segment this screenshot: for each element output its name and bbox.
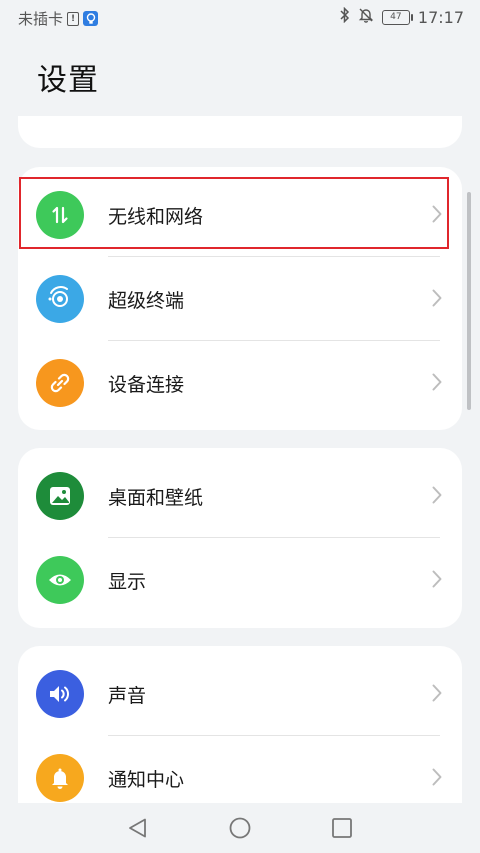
- speaker-icon: [36, 670, 84, 718]
- settings-item-label: 声音: [108, 684, 147, 707]
- settings-item-label: 设备连接: [108, 373, 185, 396]
- status-right: 47 17:17: [340, 6, 464, 27]
- chevron-right-icon: [432, 768, 442, 790]
- settings-item-label: 通知中心: [108, 768, 185, 791]
- clock: 17:17: [417, 7, 464, 27]
- super-device-icon: [36, 275, 84, 323]
- alert-icon: !: [67, 11, 80, 26]
- settings-item-label: 超级终端: [108, 289, 185, 312]
- home-icon[interactable]: [229, 817, 251, 843]
- settings-card-sound: 声音 通知中心: [18, 646, 462, 826]
- navigation-bar: [0, 803, 480, 853]
- bulb-icon: [83, 11, 99, 26]
- settings-card-display: 桌面和壁纸 显示: [18, 448, 462, 628]
- settings-item-super-device[interactable]: 超级终端: [18, 257, 462, 341]
- settings-item-wallpaper[interactable]: 桌面和壁纸: [18, 454, 462, 538]
- bell-icon: [36, 754, 84, 802]
- link-icon: [36, 359, 84, 407]
- page-title: 设置: [37, 63, 99, 98]
- mute-bell-icon: [358, 7, 374, 27]
- recents-icon[interactable]: [331, 817, 353, 843]
- chevron-right-icon: [432, 486, 442, 508]
- status-left: 未插卡 !: [18, 8, 99, 29]
- settings-item-label: 显示: [108, 570, 147, 593]
- battery-level: 47: [390, 11, 402, 22]
- settings-item-device-connection[interactable]: 设备连接: [18, 341, 462, 425]
- scrollbar[interactable]: [467, 192, 471, 410]
- back-icon[interactable]: [127, 817, 149, 843]
- wallpaper-icon: [36, 472, 84, 520]
- chevron-right-icon: [432, 570, 442, 592]
- settings-item-label: 桌面和壁纸: [108, 486, 204, 509]
- eye-icon: [36, 556, 84, 604]
- highlight-box: [19, 177, 449, 249]
- settings-card-partial: [18, 116, 462, 148]
- status-bar: 未插卡 ! 47 17:17: [0, 0, 480, 34]
- settings-item-display[interactable]: 显示: [18, 538, 462, 622]
- battery-icon: 47: [381, 9, 413, 25]
- chevron-right-icon: [432, 684, 442, 706]
- chevron-right-icon: [432, 289, 442, 311]
- chevron-right-icon: [432, 373, 442, 395]
- settings-screen: 未插卡 ! 47 17:17 设置 无线和网络 超级终端 设备连接 桌面和壁纸 …: [0, 0, 480, 853]
- sim-status: 未插卡: [18, 10, 64, 28]
- settings-item-sound[interactable]: 声音: [18, 652, 462, 736]
- bluetooth-icon: [340, 6, 350, 27]
